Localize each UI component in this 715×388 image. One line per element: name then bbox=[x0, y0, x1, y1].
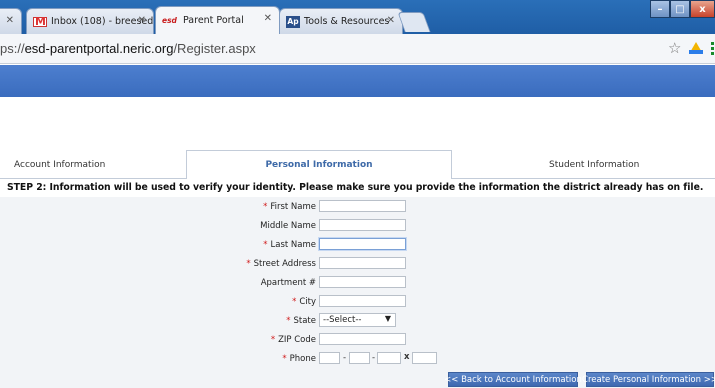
close-tab-icon[interactable]: ✕ bbox=[6, 15, 14, 26]
required-marker: * bbox=[270, 335, 276, 345]
close-tab-icon[interactable]: ✕ bbox=[264, 13, 272, 24]
gmail-icon bbox=[33, 15, 47, 28]
street-address-label: * Street Address bbox=[246, 259, 316, 269]
step-student-information[interactable]: Student Information bbox=[549, 156, 639, 174]
phone-extension-input[interactable] bbox=[412, 352, 437, 364]
first-name-label: * First Name bbox=[263, 202, 316, 212]
required-marker: * bbox=[263, 202, 268, 212]
middle-name-input[interactable] bbox=[319, 219, 406, 231]
browser-tab-inbox[interactable]: Inbox (108) - breesed@hoo ✕ bbox=[26, 8, 154, 34]
url-path: /Register.aspx bbox=[173, 41, 256, 56]
phone-row: * Phone - - x bbox=[0, 351, 460, 370]
browser-tab-tools-resources[interactable]: Ap Tools & Resources ✕ bbox=[279, 8, 403, 34]
street-address-label-text: Street Address bbox=[253, 259, 316, 269]
bookmark-star-icon[interactable]: ☆ bbox=[668, 39, 681, 57]
required-marker: * bbox=[292, 297, 297, 307]
phone-dash: - bbox=[343, 353, 347, 363]
phone-label-text: Phone bbox=[289, 354, 316, 364]
required-marker: * bbox=[286, 316, 291, 326]
apartment-row: Apartment # bbox=[0, 275, 460, 294]
minimize-icon[interactable]: – bbox=[650, 0, 670, 18]
browser-tab-parent-portal[interactable]: esd Parent Portal ✕ bbox=[155, 6, 280, 34]
browser-menu-icon[interactable] bbox=[711, 42, 715, 56]
phone-area-code-input[interactable] bbox=[319, 352, 340, 364]
required-marker: * bbox=[282, 354, 287, 364]
close-tab-icon[interactable]: ✕ bbox=[138, 15, 146, 26]
browser-tab-partial[interactable]: ✕ bbox=[0, 8, 22, 34]
ap-icon: Ap bbox=[286, 15, 300, 28]
phone-line-number-input[interactable] bbox=[377, 352, 401, 364]
zip-label: * ZIP Code bbox=[271, 335, 316, 345]
required-marker: * bbox=[263, 240, 268, 250]
city-label: * City bbox=[292, 297, 316, 307]
middle-name-label: Middle Name bbox=[260, 221, 316, 231]
step-account-information[interactable]: Account Information bbox=[14, 156, 105, 174]
state-row: * State --Select-- ▼ bbox=[0, 313, 460, 332]
url-host: esd-parentportal.neric.org bbox=[24, 41, 174, 56]
close-tab-icon[interactable]: ✕ bbox=[387, 15, 395, 26]
address-bar: ps://esd-parentportal.neric.org/Register… bbox=[0, 34, 715, 64]
first-name-input[interactable] bbox=[319, 200, 406, 212]
url-scheme: ps:// bbox=[0, 41, 25, 56]
browser-tab-bar: ✕ Inbox (108) - breesed@hoo ✕ esd Parent… bbox=[0, 0, 715, 34]
first-name-row: * First Name bbox=[0, 199, 460, 218]
personal-information-form: * First Name Middle Name * Last Name * Stre… bbox=[0, 197, 715, 388]
esd-logo-icon: esd bbox=[162, 15, 177, 25]
last-name-row: * Last Name bbox=[0, 237, 460, 256]
maximize-icon[interactable]: □ bbox=[670, 0, 690, 18]
first-name-label-text: First Name bbox=[270, 202, 316, 212]
city-label-text: City bbox=[299, 297, 316, 307]
last-name-input[interactable] bbox=[319, 238, 406, 250]
city-input[interactable] bbox=[319, 295, 406, 307]
apartment-label: Apartment # bbox=[260, 278, 316, 288]
phone-label: * Phone bbox=[282, 354, 316, 364]
step-instruction: STEP 2: Information will be used to veri… bbox=[7, 182, 704, 193]
google-drive-icon[interactable] bbox=[689, 42, 703, 54]
phone-extension-separator: x bbox=[404, 352, 410, 362]
phone-dash: - bbox=[372, 353, 376, 363]
state-select-value: --Select-- bbox=[323, 315, 362, 325]
url-field[interactable]: ps://esd-parentportal.neric.org/Register… bbox=[0, 41, 256, 56]
street-address-input[interactable] bbox=[319, 257, 406, 269]
last-name-label-text: Last Name bbox=[270, 240, 316, 250]
required-marker: * bbox=[246, 259, 251, 269]
state-label: * State bbox=[286, 316, 316, 326]
tab-label-tools-resources: Tools & Resources bbox=[304, 16, 390, 27]
zip-input[interactable] bbox=[319, 333, 406, 345]
step-personal-information[interactable]: Personal Information bbox=[186, 150, 452, 179]
phone-prefix-input[interactable] bbox=[349, 352, 370, 364]
back-to-account-information-button[interactable]: << Back to Account Information bbox=[444, 372, 582, 387]
dropdown-caret-icon: ▼ bbox=[384, 314, 391, 323]
registration-steps: Account Information Personal Information… bbox=[0, 150, 715, 179]
zip-row: * ZIP Code bbox=[0, 332, 460, 351]
active-step-gap bbox=[187, 178, 451, 179]
zip-label-text: ZIP Code bbox=[278, 335, 316, 345]
tab-label-parent-portal: Parent Portal bbox=[183, 15, 244, 26]
last-name-label: * Last Name bbox=[263, 240, 316, 250]
site-header-banner bbox=[0, 65, 715, 97]
create-personal-information-button[interactable]: Create Personal Information >> bbox=[582, 372, 715, 387]
close-window-icon[interactable]: x bbox=[690, 0, 715, 18]
state-select[interactable]: --Select-- ▼ bbox=[319, 313, 396, 327]
city-row: * City bbox=[0, 294, 460, 313]
state-label-text: State bbox=[293, 316, 317, 326]
middle-name-row: Middle Name bbox=[0, 218, 460, 237]
apartment-input[interactable] bbox=[319, 276, 406, 288]
street-address-row: * Street Address bbox=[0, 256, 460, 275]
